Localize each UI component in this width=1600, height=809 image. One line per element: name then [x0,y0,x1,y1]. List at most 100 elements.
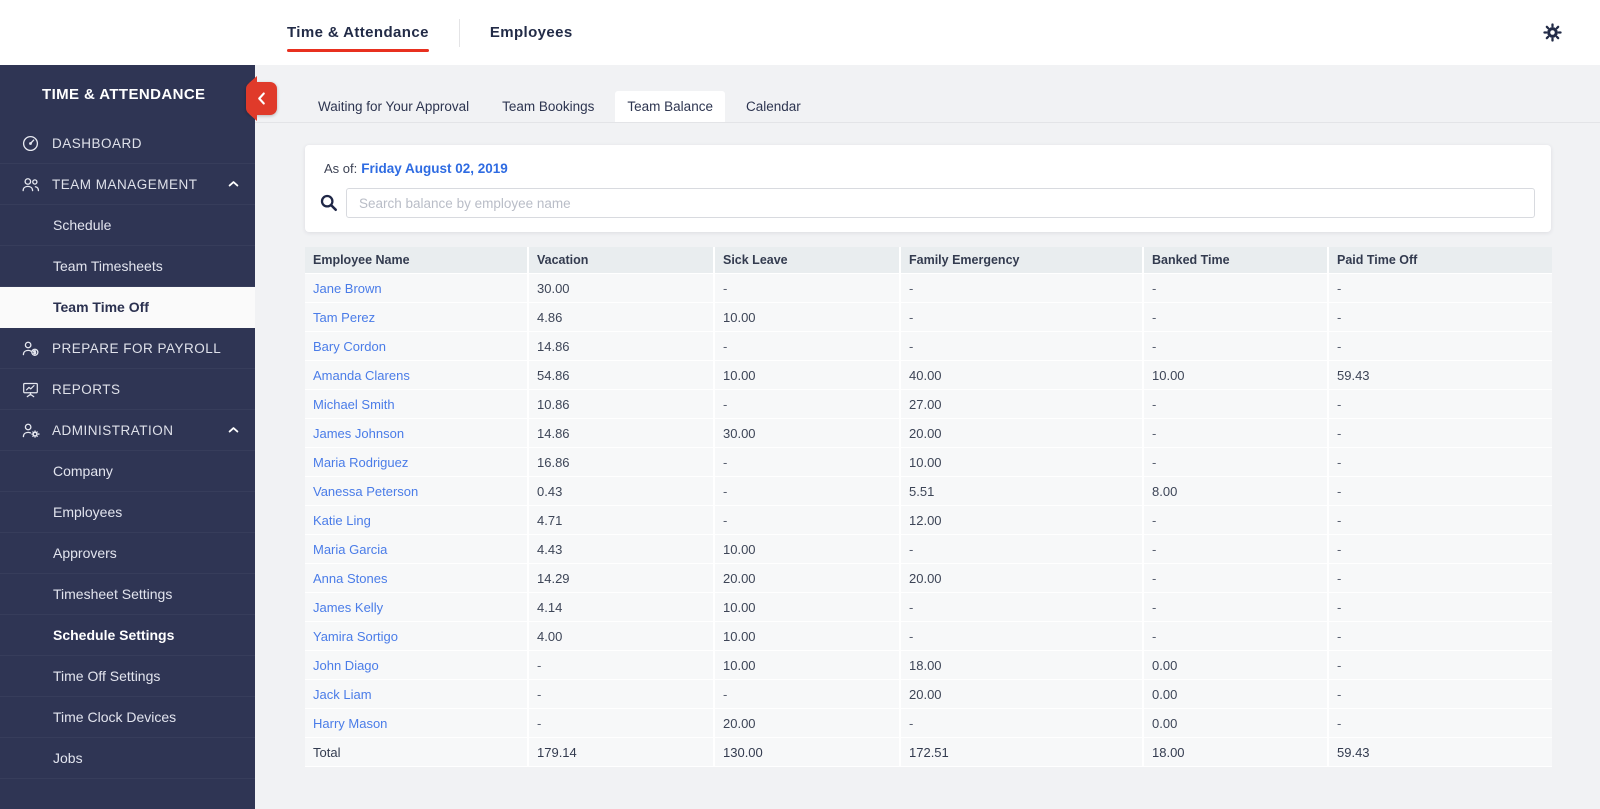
balance-cell: 10.00 [1144,361,1327,389]
table-header-row: Employee Name Vacation Sick Leave Family Em… [305,247,1552,274]
balance-cell: - [1144,274,1327,302]
sidebar: TIME & ATTENDANCE DASHBOARD TEAM MANAGEME… [0,65,277,809]
employee-name-link[interactable]: Yamira Sortigo [305,622,527,650]
employee-name-link[interactable]: Vanessa Peterson [305,477,527,505]
balance-cell: - [901,622,1142,650]
employee-name-link[interactable]: Harry Mason [305,709,527,737]
balance-cell: - [1144,303,1327,331]
column-header-employee-name: Employee Name [305,247,527,273]
search-row [320,188,1535,218]
topbar-tab-employees[interactable]: Employees [490,24,573,41]
sidebar-item-dashboard[interactable]: DASHBOARD [0,123,255,164]
table-row: Bary Cordon 14.86- - - - [305,332,1552,361]
chevron-up-icon [228,427,239,434]
employee-name-link[interactable]: John Diago [305,651,527,679]
balance-cell: - [715,332,899,360]
employee-name-link[interactable]: James Johnson [305,419,527,447]
balance-cell: - [1329,303,1552,331]
total-cell: Total [305,738,527,766]
balance-cell: 4.71 [529,506,713,534]
gear-icon[interactable] [1543,23,1562,42]
table-row: Maria Rodriguez 16.86-10.00- - [305,448,1552,477]
employee-name-link[interactable]: Bary Cordon [305,332,527,360]
sidebar-item-schedule-settings[interactable]: Schedule Settings [0,615,255,656]
sidebar-item-jobs[interactable]: Jobs [0,738,255,779]
subtab-team-bookings[interactable]: Team Bookings [490,91,606,122]
employee-name-link[interactable]: Anna Stones [305,564,527,592]
sidebar-item-team-timesheets[interactable]: Team Timesheets [0,246,255,287]
total-cell: 130.00 [715,738,899,766]
sidebar-item-timesheet-settings[interactable]: Timesheet Settings [0,574,255,615]
balance-cell: - [901,709,1142,737]
balance-cell: - [1329,651,1552,679]
balance-cell: 20.00 [715,709,899,737]
search-input[interactable] [346,188,1535,218]
sidebar-item-label: Jobs [53,750,83,766]
as-of-row: As of: Friday August 02, 2019 [324,161,508,176]
as-of-label: As of: [324,161,358,176]
balance-cell: - [715,274,899,302]
subtab-team-balance[interactable]: Team Balance [615,91,725,122]
sidebar-item-schedule[interactable]: Schedule [0,205,255,246]
main-content: Waiting for Your Approval Team Bookings Te… [255,65,1600,809]
balance-cell: - [1144,390,1327,418]
sidebar-item-time-off-settings[interactable]: Time Off Settings [0,656,255,697]
filter-card: As of: Friday August 02, 2019 [305,145,1551,232]
employee-name-link[interactable]: Amanda Clarens [305,361,527,389]
balance-cell: - [1329,419,1552,447]
balance-cell: - [1144,593,1327,621]
balance-cell: - [1329,332,1552,360]
subtab-calendar[interactable]: Calendar [734,91,813,122]
balance-cell: - [1329,564,1552,592]
sidebar-item-team-management[interactable]: TEAM MANAGEMENT [0,164,255,205]
sidebar-item-approvers[interactable]: Approvers [0,533,255,574]
sidebar-item-prepare-for-payroll[interactable]: PREPARE FOR PAYROLL [0,328,255,369]
employee-name-link[interactable]: Tam Perez [305,303,527,331]
sidebar-item-employees[interactable]: Employees [0,492,255,533]
balance-cell: 8.00 [1144,477,1327,505]
balance-cell: 20.00 [715,564,899,592]
employee-name-link[interactable]: Michael Smith [305,390,527,418]
balance-cell: - [1329,390,1552,418]
column-header-paid-time-off: Paid Time Off [1329,247,1552,273]
sidebar-collapse-button[interactable] [246,76,277,121]
sidebar-item-time-clock-devices[interactable]: Time Clock Devices [0,697,255,738]
employee-name-link[interactable]: Katie Ling [305,506,527,534]
subtab-divider [255,122,1600,123]
table-row: Tam Perez 4.86 10.00- - - [305,303,1552,332]
employee-name-link[interactable]: Jane Brown [305,274,527,302]
balance-cell: 10.00 [715,651,899,679]
subtab-waiting-for-your-approval[interactable]: Waiting for Your Approval [306,91,481,122]
table-row: James Johnson 14.86 30.00 20.00- - [305,419,1552,448]
sidebar-item-label: DASHBOARD [52,135,143,151]
balance-cell: - [901,274,1142,302]
sidebar-item-label: Timesheet Settings [53,586,173,602]
employee-name-link[interactable]: Jack Liam [305,680,527,708]
sidebar-item-label: TEAM MANAGEMENT [52,176,198,192]
as-of-date-link[interactable]: Friday August 02, 2019 [361,161,508,176]
sidebar-item-label: Employees [53,504,123,520]
balance-cell: - [901,593,1142,621]
balance-cell: 20.00 [901,680,1142,708]
total-cell: 18.00 [1144,738,1327,766]
balance-cell: 54.86 [529,361,713,389]
sidebar-item-company[interactable]: Company [0,451,255,492]
balance-cell: - [1144,506,1327,534]
employee-name-link[interactable]: Maria Rodriguez [305,448,527,476]
table-body: Jane Brown 30.00- - - - Tam Perez 4.86 10.00- - -… [305,274,1552,767]
sidebar-item-label: Schedule Settings [53,627,175,643]
sidebar-title: TIME & ATTENDANCE [42,85,206,103]
employee-name-link[interactable]: James Kelly [305,593,527,621]
table-row: John Diago -10.00 18.00 0.00- [305,651,1552,680]
topbar-tab-time-attendance[interactable]: Time & Attendance [287,24,429,52]
column-header-sick-leave: Sick Leave [715,247,899,273]
sidebar-item-team-time-off[interactable]: Team Time Off [0,287,255,328]
topbar: Time & Attendance Employees [0,0,1600,65]
sidebar-item-reports[interactable]: REPORTS [0,369,255,410]
chevron-left-icon [257,92,266,105]
sidebar-item-administration[interactable]: ADMINISTRATION [0,410,255,451]
sidebar-item-label: REPORTS [52,381,121,397]
balance-cell: 0.43 [529,477,713,505]
employee-name-link[interactable]: Maria Garcia [305,535,527,563]
total-cell: 179.14 [529,738,713,766]
